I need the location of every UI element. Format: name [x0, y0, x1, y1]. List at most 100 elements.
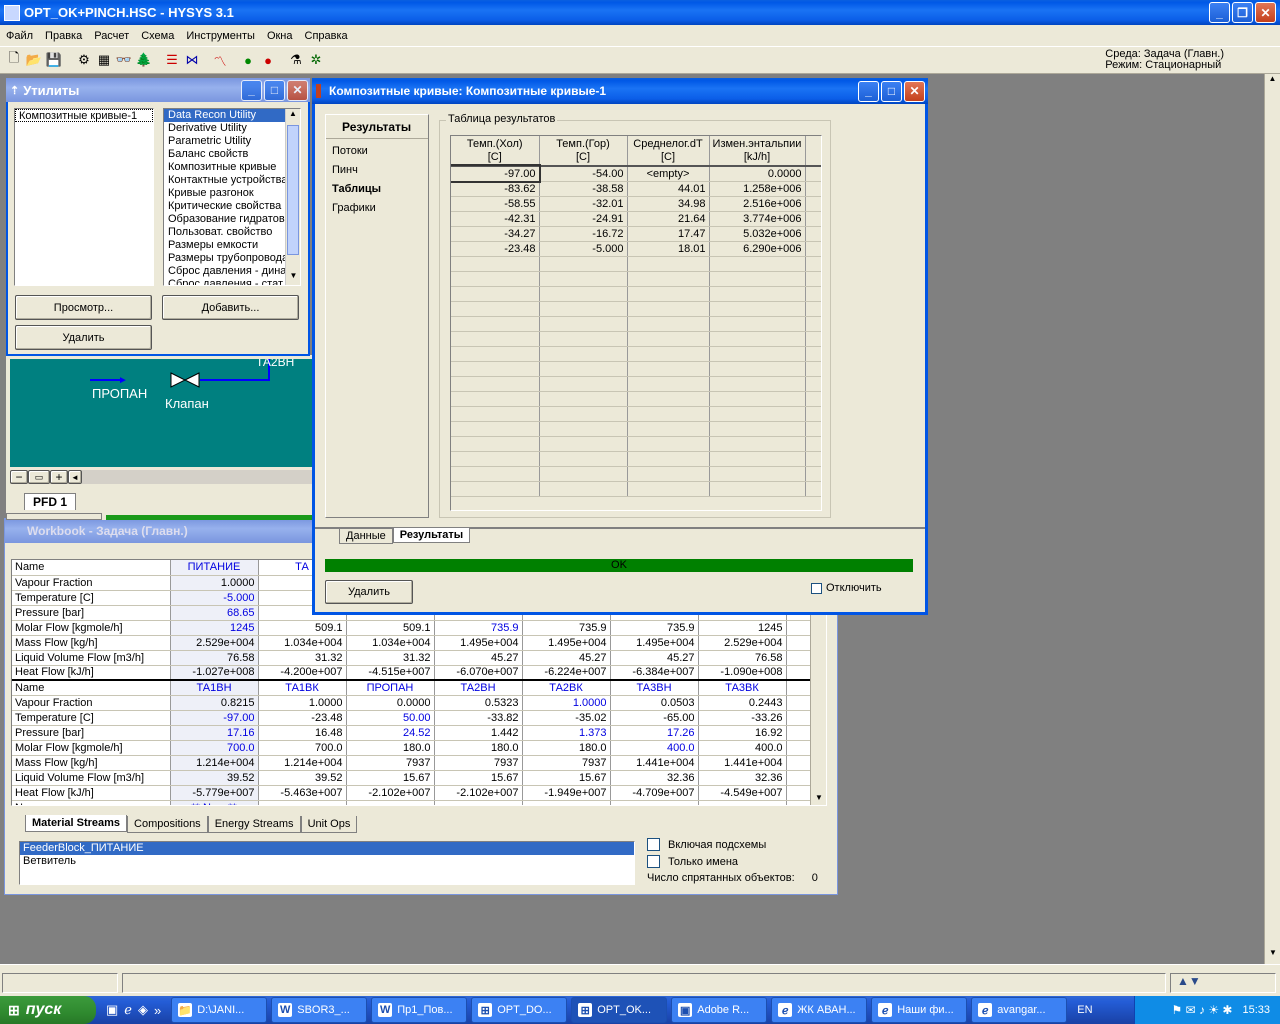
table-cell[interactable]	[709, 436, 806, 452]
close-icon[interactable]: ✕	[904, 80, 925, 102]
tab-energy-streams[interactable]: Energy Streams	[207, 816, 301, 833]
list-item[interactable]: Образование гидратов	[164, 213, 286, 226]
table-cell[interactable]	[451, 256, 540, 272]
taskbar-button[interactable]: ▣ Adobe R...	[671, 997, 768, 1023]
table-cell[interactable]: -5.779e+007	[170, 785, 259, 801]
table-cell[interactable]	[451, 301, 540, 317]
table-cell[interactable]	[786, 725, 813, 741]
table-cell[interactable]	[805, 211, 821, 227]
list-item[interactable]: Критические свойства	[164, 200, 286, 213]
table-cell[interactable]: 1.373	[522, 725, 611, 741]
table-cell[interactable]: 17.47	[627, 226, 710, 242]
table-cell[interactable]	[627, 361, 710, 377]
table-cell[interactable]: 0.5323	[434, 695, 523, 711]
table-cell[interactable]	[709, 331, 806, 347]
table-cell[interactable]	[627, 436, 710, 452]
minimize-icon[interactable]: _	[1209, 2, 1230, 23]
streams-icon[interactable]: ☰	[162, 50, 182, 70]
table-cell[interactable]: 1.0000	[522, 695, 611, 711]
table-cell[interactable]	[627, 406, 710, 422]
table-cell[interactable]	[451, 346, 540, 362]
table-cell[interactable]	[539, 391, 628, 407]
results-table[interactable]: Темп.(Хол) [C] Темп.(Гор) [C] Среднелог.dT [C…	[450, 135, 822, 511]
table-cell[interactable]	[709, 271, 806, 287]
table-cell[interactable]: 68.65	[170, 605, 259, 621]
table-cell[interactable]: ПРОПАН	[346, 679, 435, 696]
table-cell[interactable]	[627, 376, 710, 392]
table-cell[interactable]	[451, 391, 540, 407]
table-cell[interactable]: -33.26	[698, 710, 787, 726]
table-cell[interactable]	[709, 421, 806, 437]
chart-icon[interactable]: 〽	[210, 50, 230, 70]
table-cell[interactable]: 45.27	[434, 650, 523, 666]
table-cell[interactable]: 32.36	[698, 770, 787, 786]
table-cell[interactable]	[786, 665, 813, 681]
table-cell[interactable]: 1.214e+004	[258, 755, 347, 771]
solver-off-icon[interactable]: ●	[258, 50, 278, 70]
table-cell[interactable]	[451, 421, 540, 437]
table-cell[interactable]	[451, 286, 540, 302]
list-item[interactable]: Сброс давления - дина	[164, 265, 286, 278]
table-cell[interactable]	[709, 256, 806, 272]
valve-toolbar-icon[interactable]: ⋈	[182, 50, 202, 70]
table-cell[interactable]	[805, 451, 821, 467]
table-cell[interactable]: ТА3ВК	[698, 679, 787, 696]
table-cell[interactable]: -97.00	[451, 164, 541, 183]
table-cell[interactable]	[805, 331, 821, 347]
delete-button[interactable]: Удалить	[15, 325, 152, 350]
table-cell[interactable]	[709, 301, 806, 317]
table-cell[interactable]	[805, 376, 821, 392]
menu-item[interactable]: Правка	[39, 30, 88, 42]
zoom-in-icon[interactable]: +	[50, 470, 68, 484]
valve-label[interactable]: Клапан	[165, 396, 209, 411]
table-cell[interactable]: -24.91	[539, 211, 628, 227]
table-cell[interactable]	[539, 331, 628, 347]
workbook-icon[interactable]: ▦	[94, 50, 114, 70]
table-cell[interactable]: 735.9	[434, 620, 523, 636]
table-cell[interactable]	[805, 391, 821, 407]
table-cell[interactable]	[709, 286, 806, 302]
table-cell[interactable]	[258, 800, 347, 805]
table-cell[interactable]	[539, 271, 628, 287]
restore-icon[interactable]: ❐	[1232, 2, 1253, 23]
table-cell[interactable]: ТА2ВН	[434, 679, 523, 696]
table-cell[interactable]: 18.01	[627, 241, 710, 257]
minimized-window[interactable]	[6, 513, 102, 520]
table-cell[interactable]	[346, 800, 435, 805]
table-cell[interactable]	[786, 800, 813, 805]
table-cell[interactable]: 16.48	[258, 725, 347, 741]
table-cell[interactable]: ТА1ВК	[258, 679, 347, 696]
table-cell[interactable]: 2.529e+004	[698, 635, 787, 651]
table-cell[interactable]: <empty>	[627, 166, 710, 182]
more-icon[interactable]: »	[154, 1003, 161, 1018]
checkbox-icon[interactable]	[811, 582, 822, 594]
tab-results[interactable]: Результаты	[392, 528, 471, 543]
scroll-down-icon[interactable]: ▼	[1265, 948, 1280, 964]
table-cell[interactable]	[709, 406, 806, 422]
table-cell[interactable]	[805, 286, 821, 302]
chevron-down-icon[interactable]: ▼	[286, 271, 300, 285]
media-icon[interactable]: ◈	[138, 1002, 148, 1018]
taskbar-button[interactable]: ℯ Наши фи...	[871, 997, 968, 1023]
table-cell[interactable]	[451, 451, 540, 467]
scroll-up-icon[interactable]: ▲	[1265, 74, 1280, 90]
table-cell[interactable]: 76.58	[698, 650, 787, 666]
menu-item[interactable]: Схема	[135, 30, 180, 42]
table-cell[interactable]: 76.58	[170, 650, 259, 666]
table-cell[interactable]	[805, 481, 821, 497]
table-cell[interactable]: 15.67	[434, 770, 523, 786]
table-cell[interactable]	[627, 301, 710, 317]
tray-lang[interactable]: EN	[1077, 1004, 1092, 1016]
table-cell[interactable]: 45.27	[522, 650, 611, 666]
tab-data[interactable]: Данные	[339, 529, 393, 544]
minimize-icon[interactable]: _	[858, 80, 879, 102]
table-cell[interactable]	[434, 800, 523, 805]
table-cell[interactable]	[805, 241, 821, 257]
list-item[interactable]: Parametric Utility	[164, 135, 286, 148]
table-cell[interactable]: -1.027e+008	[170, 665, 259, 681]
tab-unit-ops[interactable]: Unit Ops	[300, 816, 358, 833]
column-icon[interactable]: ✲	[306, 50, 326, 70]
table-cell[interactable]	[786, 755, 813, 771]
table-cell[interactable]	[709, 316, 806, 332]
table-cell[interactable]	[539, 376, 628, 392]
